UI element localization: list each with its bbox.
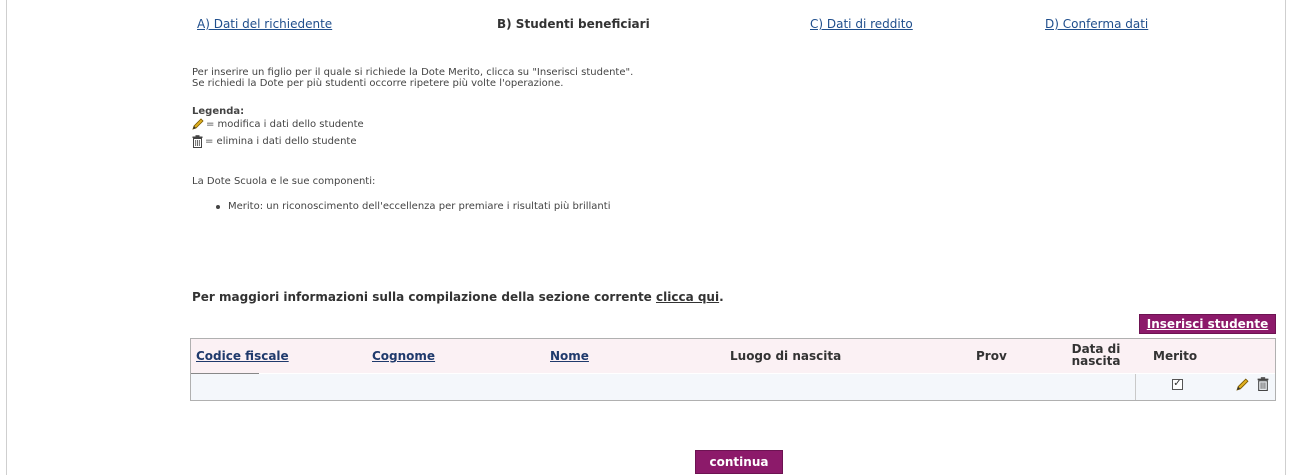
intro-line-1: Per inserire un figlio per il quale si r… — [192, 67, 634, 78]
step-c-link[interactable]: C) Dati di reddito — [810, 17, 913, 31]
insert-student-button[interactable]: Inserisci studente — [1139, 314, 1276, 334]
components-label: La Dote Scuola e le sue componenti: — [192, 176, 376, 187]
table-row — [191, 374, 1275, 400]
pencil-icon — [192, 118, 204, 130]
pencil-icon[interactable] — [1236, 378, 1249, 391]
intro-line-2: Se richiedi la Dote per più studenti occ… — [192, 78, 564, 89]
header-data-line-2: nascita — [1071, 354, 1121, 368]
continue-button[interactable]: continua — [695, 450, 783, 474]
list-item: Merito: un riconoscimento dell'eccellenz… — [216, 201, 610, 212]
legend-delete-label: = elimina i dati dello studente — [205, 136, 357, 147]
step-d-link[interactable]: D) Conferma dati — [1045, 17, 1148, 31]
more-info-text: Per maggiori informazioni sulla compilaz… — [192, 290, 656, 304]
header-prov: Prov — [976, 349, 1007, 363]
step-a-link[interactable]: A) Dati del richiedente — [197, 17, 332, 31]
wizard-steps: A) Dati del richiedente B) Studenti bene… — [0, 17, 1292, 37]
trash-icon[interactable] — [1257, 377, 1269, 391]
legend-title: Legenda: — [192, 106, 245, 117]
students-table: Codice fiscale Cognome Nome Luogo di nas… — [190, 338, 1276, 401]
merito-checkbox[interactable]: ✓ — [1172, 379, 1183, 390]
legend-delete-row: = elimina i dati dello studente — [192, 135, 356, 148]
step-b-current: B) Studenti beneficiari — [497, 17, 650, 31]
trash-icon — [192, 135, 203, 148]
header-data-nascita: Data di nascita — [1056, 343, 1136, 367]
more-info-suffix: . — [719, 290, 724, 304]
header-luogo-nascita: Luogo di nascita — [730, 349, 842, 363]
header-cognome[interactable]: Cognome — [372, 349, 435, 363]
bullet-icon — [216, 204, 220, 209]
more-info-link[interactable]: clicca qui — [656, 290, 719, 304]
merito-cell-divider — [1135, 374, 1136, 400]
table-header: Codice fiscale Cognome Nome Luogo di nas… — [191, 339, 1275, 373]
header-codice-fiscale[interactable]: Codice fiscale — [196, 349, 289, 363]
header-nome[interactable]: Nome — [550, 349, 589, 363]
header-merito: Merito — [1153, 349, 1198, 363]
component-merito-text: Merito: un riconoscimento dell'eccellenz… — [228, 201, 611, 212]
intro-text: Per inserire un figlio per il quale si r… — [192, 67, 633, 89]
legend-edit-label: = modifica i dati dello studente — [206, 118, 364, 130]
legend-edit-row: = modifica i dati dello studente — [192, 118, 364, 130]
more-info: Per maggiori informazioni sulla compilaz… — [192, 290, 724, 304]
